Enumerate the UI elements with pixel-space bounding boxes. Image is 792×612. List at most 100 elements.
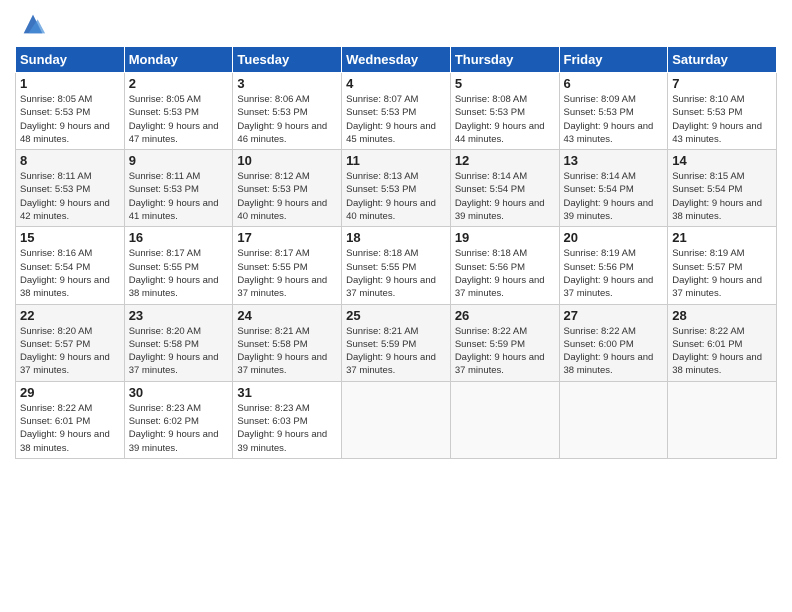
day-info: Sunrise: 8:07 AM Sunset: 5:53 PM Dayligh… bbox=[346, 93, 446, 146]
day-info: Sunrise: 8:13 AM Sunset: 5:53 PM Dayligh… bbox=[346, 170, 446, 223]
day-number: 25 bbox=[346, 308, 446, 323]
day-info: Sunrise: 8:09 AM Sunset: 5:53 PM Dayligh… bbox=[564, 93, 664, 146]
calendar-cell-day-26: 26 Sunrise: 8:22 AM Sunset: 5:59 PM Dayl… bbox=[450, 304, 559, 381]
day-number: 20 bbox=[564, 230, 664, 245]
calendar-header-saturday: Saturday bbox=[668, 47, 777, 73]
day-number: 18 bbox=[346, 230, 446, 245]
calendar-week-row: 29 Sunrise: 8:22 AM Sunset: 6:01 PM Dayl… bbox=[16, 381, 777, 458]
day-info: Sunrise: 8:11 AM Sunset: 5:53 PM Dayligh… bbox=[129, 170, 229, 223]
day-info: Sunrise: 8:16 AM Sunset: 5:54 PM Dayligh… bbox=[20, 247, 120, 300]
calendar-cell-day-15: 15 Sunrise: 8:16 AM Sunset: 5:54 PM Dayl… bbox=[16, 227, 125, 304]
calendar-header-friday: Friday bbox=[559, 47, 668, 73]
calendar-cell-day-9: 9 Sunrise: 8:11 AM Sunset: 5:53 PM Dayli… bbox=[124, 150, 233, 227]
day-number: 29 bbox=[20, 385, 120, 400]
day-number: 23 bbox=[129, 308, 229, 323]
day-number: 3 bbox=[237, 76, 337, 91]
logo-icon bbox=[19, 10, 47, 38]
day-info: Sunrise: 8:17 AM Sunset: 5:55 PM Dayligh… bbox=[129, 247, 229, 300]
empty-cell bbox=[450, 381, 559, 458]
calendar-cell-day-16: 16 Sunrise: 8:17 AM Sunset: 5:55 PM Dayl… bbox=[124, 227, 233, 304]
day-number: 10 bbox=[237, 153, 337, 168]
day-number: 1 bbox=[20, 76, 120, 91]
day-info: Sunrise: 8:18 AM Sunset: 5:56 PM Dayligh… bbox=[455, 247, 555, 300]
calendar-cell-day-6: 6 Sunrise: 8:09 AM Sunset: 5:53 PM Dayli… bbox=[559, 73, 668, 150]
day-number: 27 bbox=[564, 308, 664, 323]
calendar-cell-day-8: 8 Sunrise: 8:11 AM Sunset: 5:53 PM Dayli… bbox=[16, 150, 125, 227]
day-number: 11 bbox=[346, 153, 446, 168]
calendar-cell-day-30: 30 Sunrise: 8:23 AM Sunset: 6:02 PM Dayl… bbox=[124, 381, 233, 458]
day-number: 7 bbox=[672, 76, 772, 91]
day-number: 19 bbox=[455, 230, 555, 245]
day-info: Sunrise: 8:10 AM Sunset: 5:53 PM Dayligh… bbox=[672, 93, 772, 146]
day-number: 2 bbox=[129, 76, 229, 91]
day-number: 16 bbox=[129, 230, 229, 245]
day-info: Sunrise: 8:14 AM Sunset: 5:54 PM Dayligh… bbox=[564, 170, 664, 223]
day-number: 13 bbox=[564, 153, 664, 168]
day-info: Sunrise: 8:19 AM Sunset: 5:56 PM Dayligh… bbox=[564, 247, 664, 300]
day-number: 5 bbox=[455, 76, 555, 91]
calendar-cell-day-22: 22 Sunrise: 8:20 AM Sunset: 5:57 PM Dayl… bbox=[16, 304, 125, 381]
calendar-cell-day-23: 23 Sunrise: 8:20 AM Sunset: 5:58 PM Dayl… bbox=[124, 304, 233, 381]
day-info: Sunrise: 8:12 AM Sunset: 5:53 PM Dayligh… bbox=[237, 170, 337, 223]
calendar-cell-day-13: 13 Sunrise: 8:14 AM Sunset: 5:54 PM Dayl… bbox=[559, 150, 668, 227]
calendar-cell-day-27: 27 Sunrise: 8:22 AM Sunset: 6:00 PM Dayl… bbox=[559, 304, 668, 381]
empty-cell bbox=[668, 381, 777, 458]
calendar-cell-day-25: 25 Sunrise: 8:21 AM Sunset: 5:59 PM Dayl… bbox=[342, 304, 451, 381]
day-info: Sunrise: 8:20 AM Sunset: 5:58 PM Dayligh… bbox=[129, 325, 229, 378]
day-number: 4 bbox=[346, 76, 446, 91]
day-info: Sunrise: 8:21 AM Sunset: 5:59 PM Dayligh… bbox=[346, 325, 446, 378]
day-info: Sunrise: 8:22 AM Sunset: 6:01 PM Dayligh… bbox=[20, 402, 120, 455]
day-number: 17 bbox=[237, 230, 337, 245]
day-number: 15 bbox=[20, 230, 120, 245]
calendar-cell-day-14: 14 Sunrise: 8:15 AM Sunset: 5:54 PM Dayl… bbox=[668, 150, 777, 227]
day-info: Sunrise: 8:05 AM Sunset: 5:53 PM Dayligh… bbox=[129, 93, 229, 146]
calendar-cell-day-24: 24 Sunrise: 8:21 AM Sunset: 5:58 PM Dayl… bbox=[233, 304, 342, 381]
day-info: Sunrise: 8:22 AM Sunset: 6:00 PM Dayligh… bbox=[564, 325, 664, 378]
day-number: 24 bbox=[237, 308, 337, 323]
calendar-week-row: 15 Sunrise: 8:16 AM Sunset: 5:54 PM Dayl… bbox=[16, 227, 777, 304]
day-info: Sunrise: 8:23 AM Sunset: 6:03 PM Dayligh… bbox=[237, 402, 337, 455]
day-info: Sunrise: 8:14 AM Sunset: 5:54 PM Dayligh… bbox=[455, 170, 555, 223]
calendar-header-row: SundayMondayTuesdayWednesdayThursdayFrid… bbox=[16, 47, 777, 73]
calendar-header-wednesday: Wednesday bbox=[342, 47, 451, 73]
day-info: Sunrise: 8:22 AM Sunset: 6:01 PM Dayligh… bbox=[672, 325, 772, 378]
calendar-cell-day-3: 3 Sunrise: 8:06 AM Sunset: 5:53 PM Dayli… bbox=[233, 73, 342, 150]
calendar-cell-day-31: 31 Sunrise: 8:23 AM Sunset: 6:03 PM Dayl… bbox=[233, 381, 342, 458]
logo bbox=[15, 15, 47, 38]
calendar-header-sunday: Sunday bbox=[16, 47, 125, 73]
calendar-cell-day-17: 17 Sunrise: 8:17 AM Sunset: 5:55 PM Dayl… bbox=[233, 227, 342, 304]
day-number: 21 bbox=[672, 230, 772, 245]
day-number: 30 bbox=[129, 385, 229, 400]
day-number: 8 bbox=[20, 153, 120, 168]
calendar-cell-day-28: 28 Sunrise: 8:22 AM Sunset: 6:01 PM Dayl… bbox=[668, 304, 777, 381]
calendar-cell-day-10: 10 Sunrise: 8:12 AM Sunset: 5:53 PM Dayl… bbox=[233, 150, 342, 227]
calendar-header-thursday: Thursday bbox=[450, 47, 559, 73]
calendar-cell-day-21: 21 Sunrise: 8:19 AM Sunset: 5:57 PM Dayl… bbox=[668, 227, 777, 304]
calendar-header-tuesday: Tuesday bbox=[233, 47, 342, 73]
calendar-header-monday: Monday bbox=[124, 47, 233, 73]
calendar-cell-day-29: 29 Sunrise: 8:22 AM Sunset: 6:01 PM Dayl… bbox=[16, 381, 125, 458]
calendar-week-row: 8 Sunrise: 8:11 AM Sunset: 5:53 PM Dayli… bbox=[16, 150, 777, 227]
day-info: Sunrise: 8:17 AM Sunset: 5:55 PM Dayligh… bbox=[237, 247, 337, 300]
day-info: Sunrise: 8:22 AM Sunset: 5:59 PM Dayligh… bbox=[455, 325, 555, 378]
calendar-cell-day-4: 4 Sunrise: 8:07 AM Sunset: 5:53 PM Dayli… bbox=[342, 73, 451, 150]
calendar-cell-day-19: 19 Sunrise: 8:18 AM Sunset: 5:56 PM Dayl… bbox=[450, 227, 559, 304]
calendar-cell-day-5: 5 Sunrise: 8:08 AM Sunset: 5:53 PM Dayli… bbox=[450, 73, 559, 150]
calendar-cell-day-20: 20 Sunrise: 8:19 AM Sunset: 5:56 PM Dayl… bbox=[559, 227, 668, 304]
day-number: 14 bbox=[672, 153, 772, 168]
calendar-table: SundayMondayTuesdayWednesdayThursdayFrid… bbox=[15, 46, 777, 459]
day-info: Sunrise: 8:20 AM Sunset: 5:57 PM Dayligh… bbox=[20, 325, 120, 378]
day-number: 22 bbox=[20, 308, 120, 323]
day-info: Sunrise: 8:11 AM Sunset: 5:53 PM Dayligh… bbox=[20, 170, 120, 223]
page: SundayMondayTuesdayWednesdayThursdayFrid… bbox=[0, 0, 792, 469]
empty-cell bbox=[559, 381, 668, 458]
day-info: Sunrise: 8:06 AM Sunset: 5:53 PM Dayligh… bbox=[237, 93, 337, 146]
header bbox=[15, 10, 777, 38]
calendar-cell-day-11: 11 Sunrise: 8:13 AM Sunset: 5:53 PM Dayl… bbox=[342, 150, 451, 227]
day-info: Sunrise: 8:05 AM Sunset: 5:53 PM Dayligh… bbox=[20, 93, 120, 146]
day-info: Sunrise: 8:19 AM Sunset: 5:57 PM Dayligh… bbox=[672, 247, 772, 300]
day-info: Sunrise: 8:21 AM Sunset: 5:58 PM Dayligh… bbox=[237, 325, 337, 378]
day-number: 9 bbox=[129, 153, 229, 168]
calendar-cell-day-2: 2 Sunrise: 8:05 AM Sunset: 5:53 PM Dayli… bbox=[124, 73, 233, 150]
day-info: Sunrise: 8:18 AM Sunset: 5:55 PM Dayligh… bbox=[346, 247, 446, 300]
